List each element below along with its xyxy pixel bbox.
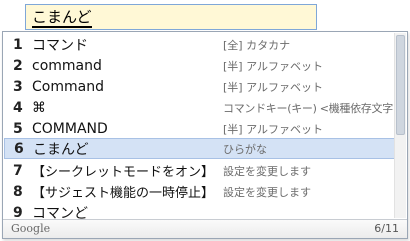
candidate-number: 5 <box>13 120 23 137</box>
candidate-window: 1 コマンド [全] カタカナ 2 command [半] アルファベット 3 … <box>2 31 408 239</box>
candidate-row-7[interactable]: 7 【シークレットモードをオン】 設定を変更します <box>4 160 396 181</box>
candidate-row-1[interactable]: 1 コマンド [全] カタカナ <box>4 34 396 55</box>
google-brand-label: Google <box>11 222 51 235</box>
candidate-row-8[interactable]: 8 【サジェスト機能の一時停止】 設定を変更します <box>4 181 396 202</box>
candidate-number: 1 <box>13 36 23 53</box>
composition-input[interactable]: こまんど <box>25 4 317 30</box>
candidate-text: command <box>32 57 102 74</box>
ime-stage: こまんど 1 コマンド [全] カタカナ 2 command [半] アルファベ… <box>0 0 410 241</box>
candidate-text: Command <box>32 78 104 95</box>
candidate-row-4[interactable]: 4 ⌘ コマンドキー(キー) <機種依存文字> <box>4 97 402 118</box>
candidate-list: 1 コマンド [全] カタカナ 2 command [半] アルファベット 3 … <box>3 32 402 222</box>
candidate-description: [全] カタカナ <box>223 38 291 52</box>
candidate-description: [半] アルファベット <box>223 122 323 136</box>
composition-text: こまんど <box>32 8 92 28</box>
candidate-row-5[interactable]: 5 COMMAND [半] アルファベット <box>4 118 396 139</box>
candidate-text: こまんど <box>33 141 89 158</box>
candidate-number: 2 <box>13 57 23 74</box>
candidate-number: 3 <box>13 78 23 95</box>
candidate-number: 4 <box>13 99 23 116</box>
candidate-description: ひらがな <box>223 142 267 156</box>
candidate-scrollbar[interactable] <box>394 33 406 218</box>
candidate-footer: Google 6/11 <box>3 219 407 238</box>
candidate-number: 7 <box>13 162 23 179</box>
candidate-number: 8 <box>13 183 23 200</box>
scrollbar-thumb[interactable] <box>396 35 405 135</box>
candidate-number: 6 <box>14 140 24 157</box>
candidate-text: 【サジェスト機能の一時停止】 <box>32 186 215 201</box>
candidate-description: [半] アルファベット <box>223 80 323 94</box>
candidate-description: [半] アルファベット <box>223 59 323 73</box>
candidate-text: コマンド <box>32 37 88 54</box>
candidate-row-2[interactable]: 2 command [半] アルファベット <box>4 55 396 76</box>
candidate-description: コマンドキー(キー) <機種依存文字> <box>223 101 402 115</box>
candidate-row-3[interactable]: 3 Command [半] アルファベット <box>4 76 396 97</box>
candidate-row-6-selected[interactable]: 6 こまんど ひらがな <box>4 138 396 159</box>
candidate-description: 設定を変更します <box>223 185 311 199</box>
candidate-page-indicator: 6/11 <box>374 222 399 235</box>
candidate-text: COMMAND <box>32 120 108 137</box>
candidate-text: ⌘ <box>32 99 46 116</box>
candidate-description: 設定を変更します <box>223 164 311 178</box>
candidate-text: 【シークレットモードをオン】 <box>32 165 215 180</box>
